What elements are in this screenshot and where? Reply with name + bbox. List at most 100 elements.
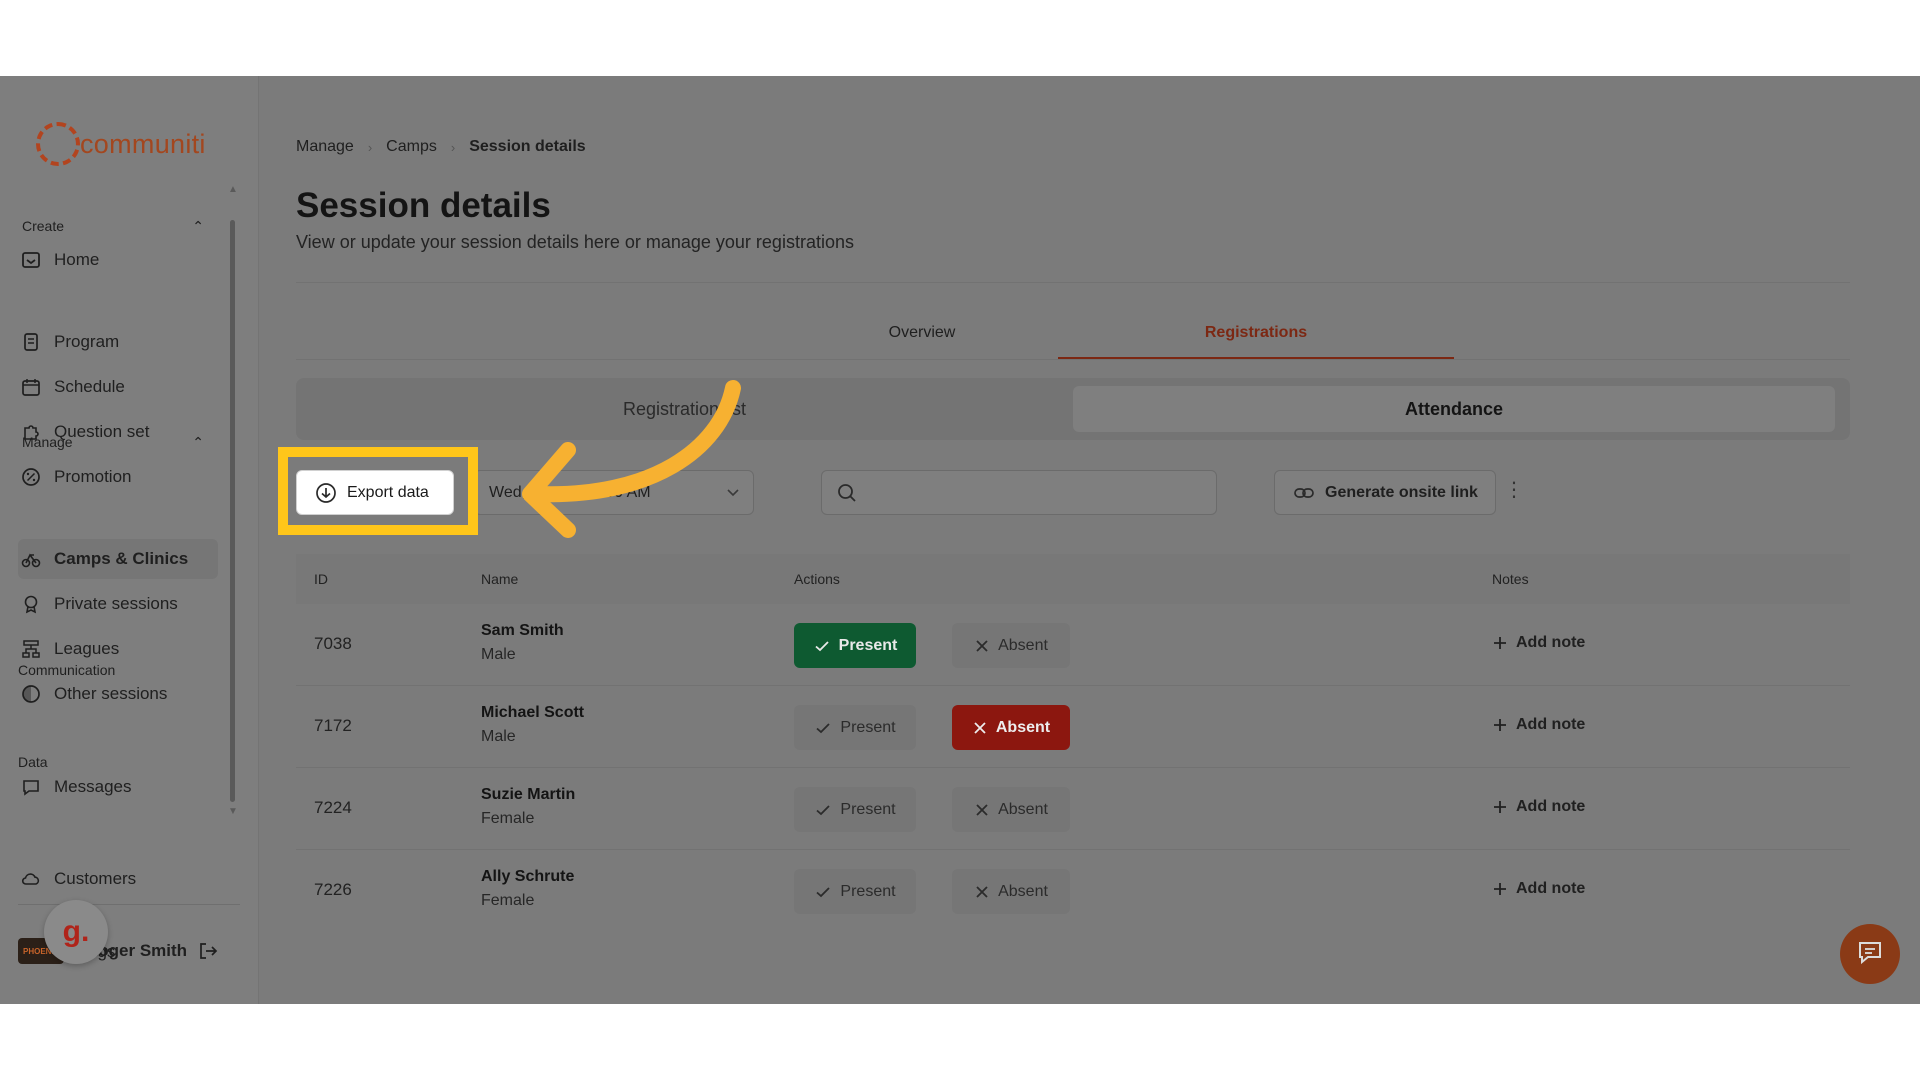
section-create[interactable]: Create ⌃ <box>22 218 204 235</box>
export-data-button[interactable]: Export data <box>296 470 454 515</box>
generate-link-label: Generate onsite link <box>1325 483 1478 501</box>
sidebar-item-schedule[interactable]: Schedule <box>18 367 218 407</box>
sidebar-item-label: Private sessions <box>54 594 178 613</box>
row-id: 7226 <box>314 880 352 899</box>
sidebar-item-customers[interactable]: Customers <box>18 859 218 899</box>
brand-name: communiti <box>80 128 206 159</box>
check-icon <box>814 801 832 819</box>
table-row: 7226 Ally Schrute Female Present Absent … <box>296 850 1850 932</box>
breadcrumb-manage[interactable]: Manage <box>296 138 354 156</box>
sidebar-divider <box>18 904 240 905</box>
add-note-button[interactable]: Add note <box>1492 798 1585 816</box>
download-icon <box>315 482 337 504</box>
absent-label: Absent <box>998 636 1048 654</box>
absent-button[interactable]: Absent <box>952 623 1070 668</box>
header-notes: Notes <box>1492 571 1529 587</box>
logout-icon[interactable] <box>197 940 219 962</box>
close-icon <box>972 720 988 736</box>
close-icon <box>974 884 990 900</box>
breadcrumb-camps[interactable]: Camps <box>386 138 437 156</box>
tab-registrations[interactable]: Registrations <box>1058 324 1454 342</box>
present-label: Present <box>840 718 896 736</box>
present-label: Present <box>840 800 896 818</box>
present-button[interactable]: Present <box>794 787 916 832</box>
section-data: Data <box>18 754 48 770</box>
chat-icon <box>1856 938 1884 971</box>
header-actions: Actions <box>794 571 840 587</box>
sidebar-item-private[interactable]: Private sessions <box>18 584 218 624</box>
add-note-label: Add note <box>1516 716 1586 733</box>
plus-icon <box>1492 717 1508 733</box>
main-content: Manage › Camps › Session details Session… <box>296 76 1850 1004</box>
half-circle-icon <box>20 683 42 705</box>
chevron-right-icon: › <box>367 139 373 155</box>
header-id: ID <box>314 571 328 587</box>
chat-button[interactable] <box>1840 924 1900 984</box>
export-data-label: Export data <box>347 483 429 501</box>
table-row: 7038 Sam Smith Male Present Absent Add n… <box>296 604 1850 686</box>
brand-logo[interactable]: communiti <box>36 122 206 166</box>
add-note-button[interactable]: Add note <box>1492 634 1585 652</box>
segment-registration-list[interactable]: Registration list <box>296 378 1073 440</box>
breadcrumb-current: Session details <box>469 138 586 155</box>
cloud-icon <box>20 868 42 890</box>
scroll-down-icon[interactable]: ▼ <box>228 806 238 817</box>
search-icon <box>836 482 858 504</box>
sidebar-item-program[interactable]: Program <box>18 322 218 362</box>
check-icon <box>814 719 832 737</box>
guide-badge[interactable]: g. <box>44 900 108 964</box>
message-icon <box>20 776 42 798</box>
sidebar-item-home[interactable]: Home <box>18 240 218 280</box>
document-icon <box>20 331 42 353</box>
row-name: Sam Smith <box>481 622 564 639</box>
sidebar-item-camps[interactable]: Camps & Clinics <box>18 539 218 579</box>
add-note-button[interactable]: Add note <box>1492 880 1585 898</box>
sidebar-item-label: Promotion <box>54 467 132 486</box>
sidebar-item-promotion[interactable]: Promotion <box>18 457 218 497</box>
page-subtitle: View or update your session details here… <box>296 232 854 252</box>
sidebar-item-label: Leagues <box>54 639 120 658</box>
table-header: ID Name Actions Notes <box>296 554 1850 604</box>
row-name: Michael Scott <box>481 704 585 721</box>
absent-label: Absent <box>995 718 1051 736</box>
logo-ring-icon <box>36 122 80 166</box>
chevron-down-icon <box>725 484 741 505</box>
bike-icon <box>20 548 42 570</box>
absent-button[interactable]: Absent <box>952 869 1070 914</box>
row-gender: Male <box>481 728 516 745</box>
scroll-up-icon[interactable]: ▲ <box>228 184 238 195</box>
plus-icon <box>1492 635 1508 651</box>
absent-button[interactable]: Absent <box>952 787 1070 832</box>
sidebar-item-other[interactable]: Other sessions <box>18 674 218 714</box>
sidebar-scrollbar[interactable] <box>230 220 235 802</box>
plus-icon <box>1492 881 1508 897</box>
link-icon <box>1293 482 1315 504</box>
more-options-icon[interactable]: ⋮ <box>1504 480 1524 500</box>
generate-onsite-link-button[interactable]: Generate onsite link <box>1274 470 1496 515</box>
sidebar-item-label: Program <box>54 332 120 351</box>
close-icon <box>974 802 990 818</box>
session-date-select[interactable]: Wed, Jun 5 at 9:00 AM <box>474 470 754 515</box>
search-input[interactable] <box>821 470 1217 515</box>
add-note-button[interactable]: Add note <box>1492 716 1585 734</box>
segment-attendance[interactable]: Attendance <box>1073 386 1835 432</box>
check-icon <box>813 637 831 655</box>
app-window: communiti ▲ ▼ Home Create ⌃ Program Sche… <box>0 76 1920 1004</box>
absent-label: Absent <box>998 800 1048 818</box>
plus-icon <box>1492 799 1508 815</box>
sidebar-item-messages[interactable]: Messages <box>18 767 218 807</box>
tabs-divider <box>296 359 1850 360</box>
present-button[interactable]: Present <box>794 623 916 668</box>
present-button[interactable]: Present <box>794 869 916 914</box>
row-gender: Female <box>481 892 535 909</box>
sidebar-item-label: Home <box>54 250 100 269</box>
present-button[interactable]: Present <box>794 705 916 750</box>
header-name: Name <box>481 571 519 587</box>
absent-button[interactable]: Absent <box>952 705 1070 750</box>
sidebar-item-label: Customers <box>54 869 137 888</box>
chevron-right-icon: › <box>450 139 456 155</box>
tab-overview[interactable]: Overview <box>840 324 1004 342</box>
section-manage[interactable]: Manage ⌃ <box>22 434 204 451</box>
section-label: Create <box>22 218 65 234</box>
absent-label: Absent <box>998 882 1048 900</box>
